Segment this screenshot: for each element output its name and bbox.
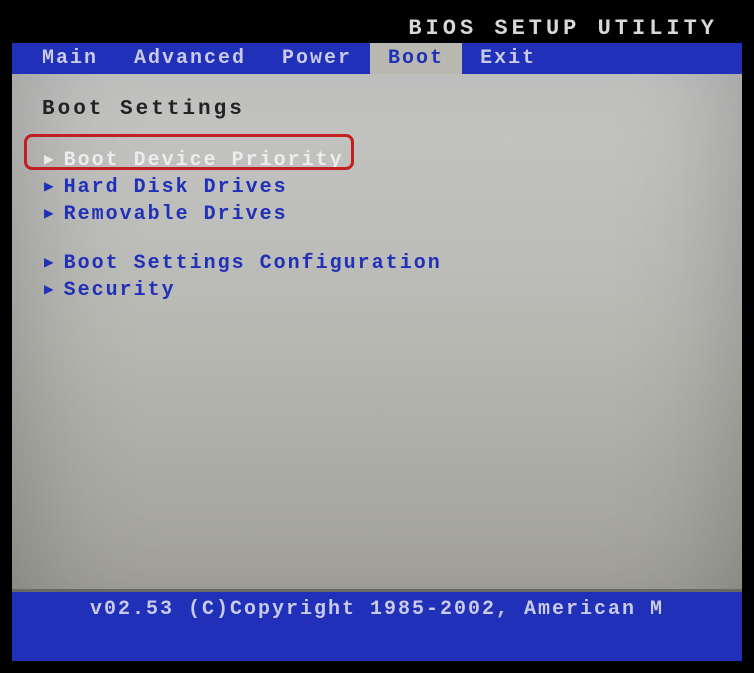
menu-label: Boot <box>388 47 444 70</box>
option-security[interactable]: ▶ Security <box>42 277 712 304</box>
option-label: Boot Settings Configuration <box>64 250 442 277</box>
app-title: BIOS SETUP UTILITY <box>408 16 718 41</box>
menu-tab-power[interactable]: Power <box>264 43 370 74</box>
title-bar: BIOS SETUP UTILITY <box>12 12 742 43</box>
content-pane: Boot Settings ▶ Boot Device Priority ▶ H… <box>12 74 742 589</box>
copyright-text: v02.53 (C)Copyright 1985-2002, American … <box>90 598 664 621</box>
section-title: Boot Settings <box>42 98 712 121</box>
option-label: Removable Drives <box>64 201 288 228</box>
menu-label: Exit <box>480 47 536 70</box>
option-boot-device-priority[interactable]: ▶ Boot Device Priority <box>42 147 712 174</box>
option-label: Boot Device Priority <box>64 147 344 174</box>
menu-label: Power <box>282 47 352 70</box>
menu-tab-exit[interactable]: Exit <box>462 43 554 74</box>
option-label: Security <box>64 277 176 304</box>
option-label: Hard Disk Drives <box>64 174 288 201</box>
footer-bar: v02.53 (C)Copyright 1985-2002, American … <box>12 592 742 661</box>
menu-tab-advanced[interactable]: Advanced <box>116 43 264 74</box>
menu-tab-main[interactable]: Main <box>12 43 116 74</box>
triangle-right-icon: ▶ <box>44 280 56 302</box>
option-removable-drives[interactable]: ▶ Removable Drives <box>42 201 712 228</box>
triangle-right-icon: ▶ <box>44 177 56 199</box>
spacer <box>42 228 712 250</box>
triangle-right-icon: ▶ <box>44 204 56 226</box>
bios-screen: BIOS SETUP UTILITY Main Advanced Power B… <box>12 12 742 661</box>
option-hard-disk-drives[interactable]: ▶ Hard Disk Drives <box>42 174 712 201</box>
triangle-right-icon: ▶ <box>44 253 56 275</box>
option-boot-settings-configuration[interactable]: ▶ Boot Settings Configuration <box>42 250 712 277</box>
menu-label: Main <box>42 47 98 70</box>
menu-bar: Main Advanced Power Boot Exit <box>12 43 742 74</box>
triangle-right-icon: ▶ <box>44 150 56 172</box>
menu-tab-boot[interactable]: Boot <box>370 43 462 74</box>
menu-label: Advanced <box>134 47 246 70</box>
